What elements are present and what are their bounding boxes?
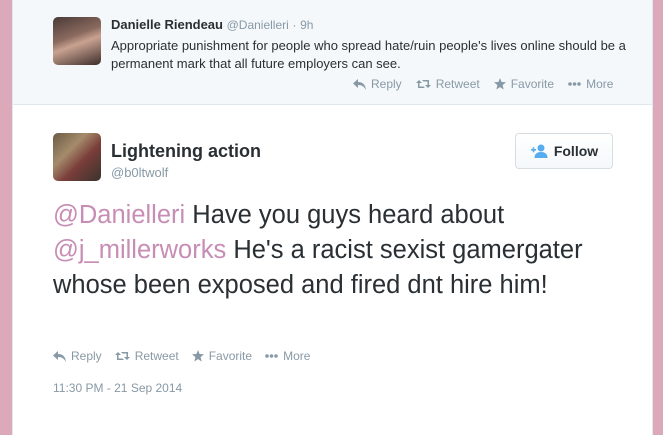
context-tweet[interactable]: Danielle Riendeau @Danielleri · 9h Appro… <box>13 0 652 105</box>
context-author-name[interactable]: Danielle Riendeau <box>111 17 223 32</box>
tweet-action-bar: Reply Retweet Favorite More <box>53 349 310 363</box>
tweet-text-part-1: Have you guys heard about <box>185 201 505 229</box>
retweet-icon <box>114 352 130 360</box>
context-header: Danielle Riendeau @Danielleri · 9h <box>111 17 313 32</box>
more-icon <box>265 354 278 358</box>
context-separator: · <box>292 18 297 32</box>
favorite-icon <box>191 350 204 362</box>
author-name[interactable]: Lightening action <box>111 141 261 162</box>
author-handle[interactable]: @b0ltwolf <box>111 165 168 180</box>
reply-icon <box>53 350 66 362</box>
reply-button[interactable]: Reply <box>53 349 102 363</box>
mention-link-j-millerworks[interactable]: @j_millerworks <box>53 236 226 264</box>
context-tweet-text: Appropriate punishment for people who sp… <box>111 38 626 71</box>
context-retweet-button[interactable]: Retweet <box>415 77 480 91</box>
reply-label: Reply <box>71 349 102 363</box>
author-avatar[interactable] <box>53 133 101 181</box>
follow-user-icon <box>530 144 548 158</box>
favorite-label: Favorite <box>208 349 253 363</box>
more-button[interactable]: More <box>265 349 310 363</box>
tweet-card: Danielle Riendeau @Danielleri · 9h Appro… <box>12 0 653 435</box>
context-favorite-button[interactable]: Favorite <box>493 77 555 91</box>
context-action-bar: Reply Retweet Favorite More <box>353 77 613 91</box>
context-more-label: More <box>586 77 614 91</box>
more-icon <box>568 82 581 86</box>
mention-link-danielleri[interactable]: @Danielleri <box>53 201 185 229</box>
context-more-button[interactable]: More <box>568 77 613 91</box>
favorite-button[interactable]: Favorite <box>191 349 253 363</box>
context-reply-button[interactable]: Reply <box>353 77 402 91</box>
retweet-icon <box>415 80 431 88</box>
reply-icon <box>353 78 366 90</box>
tweet-timestamp[interactable]: 11:30 PM - 21 Sep 2014 <box>53 381 182 395</box>
retweet-button[interactable]: Retweet <box>114 349 179 363</box>
context-time[interactable]: 9h <box>300 18 313 32</box>
follow-label: Follow <box>553 143 599 159</box>
context-favorite-label: Favorite <box>510 77 555 91</box>
more-label: More <box>283 349 311 363</box>
tweet-text: @Danielleri Have you guys heard about @j… <box>53 198 623 303</box>
context-avatar[interactable] <box>53 17 101 65</box>
context-reply-label: Reply <box>371 77 402 91</box>
context-author-handle[interactable]: @Danielleri <box>227 18 289 32</box>
follow-button[interactable]: Follow <box>515 133 613 169</box>
retweet-label: Retweet <box>134 349 179 363</box>
favorite-icon <box>493 78 506 90</box>
context-retweet-label: Retweet <box>435 77 480 91</box>
